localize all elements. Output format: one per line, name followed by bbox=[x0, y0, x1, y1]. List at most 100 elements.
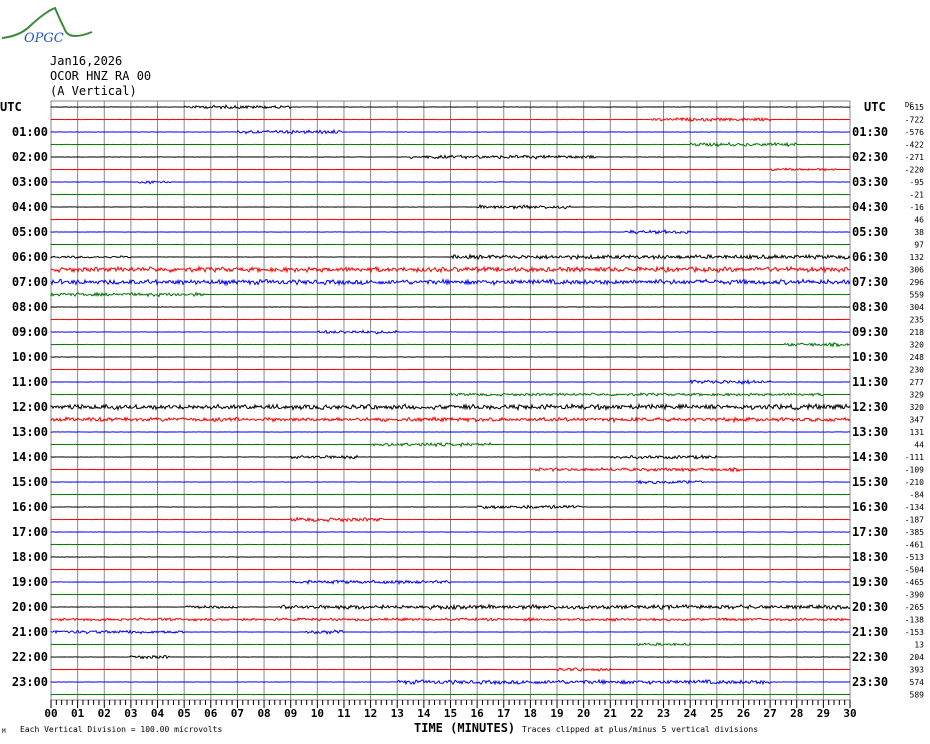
x-tick-label: 11 bbox=[337, 707, 351, 720]
x-tick-label: 18 bbox=[524, 707, 537, 720]
trace-offset-value: -134 bbox=[905, 503, 924, 512]
right-hour-label: 18:30 bbox=[852, 550, 888, 564]
x-tick-label: 29 bbox=[817, 707, 830, 720]
left-hour-label: 04:00 bbox=[12, 200, 48, 214]
left-hour-label: 20:00 bbox=[12, 600, 48, 614]
trace-offset-value: 320 bbox=[910, 341, 925, 350]
offset-title: DC bbox=[905, 101, 913, 109]
trace-offset-value: 320 bbox=[910, 403, 925, 412]
left-hour-label: 15:00 bbox=[12, 475, 48, 489]
left-hour-label: 09:00 bbox=[12, 325, 48, 339]
trace-offset-value: 306 bbox=[910, 266, 925, 275]
x-tick-label: 13 bbox=[391, 707, 404, 720]
trace-offset-value: -576 bbox=[905, 128, 924, 137]
trace-offset-value: 304 bbox=[910, 303, 925, 312]
right-hour-label: 15:30 bbox=[852, 475, 888, 489]
trace-offset-value: 574 bbox=[910, 678, 925, 687]
right-axis-title: UTC bbox=[864, 100, 886, 114]
trace-offset-value: -210 bbox=[905, 478, 924, 487]
left-hour-label: 05:00 bbox=[12, 225, 48, 239]
trace-offset-value: -265 bbox=[905, 603, 924, 612]
trace-offset-value: 235 bbox=[910, 316, 925, 325]
right-hour-label: 13:30 bbox=[852, 425, 888, 439]
x-tick-label: 14 bbox=[417, 707, 431, 720]
trace-offset-value: -722 bbox=[905, 116, 924, 125]
trace-offset-value: 132 bbox=[910, 253, 925, 262]
x-tick-label: 23 bbox=[657, 707, 670, 720]
right-hour-label: 05:30 bbox=[852, 225, 888, 239]
trace-offset-value: -95 bbox=[910, 178, 925, 187]
x-tick-label: 17 bbox=[497, 707, 510, 720]
right-hour-label: 04:30 bbox=[852, 200, 888, 214]
corner-mark: M bbox=[2, 728, 6, 735]
helicorder-chart: 00 01 02 03 04 05 06 07 08 09 10 11 12 13 14 15 16 17 18 19… bbox=[0, 100, 925, 720]
left-hour-label: 07:00 bbox=[12, 275, 48, 289]
left-hour-label: 01:00 bbox=[12, 125, 48, 139]
x-tick-label: 25 bbox=[710, 707, 723, 720]
trace-offset-value: 230 bbox=[910, 366, 925, 375]
trace-offset-value: 44 bbox=[914, 441, 924, 450]
x-tick-label: 01 bbox=[71, 707, 85, 720]
left-hour-label: 11:00 bbox=[12, 375, 48, 389]
x-tick-label: 26 bbox=[737, 707, 751, 720]
trace-offset-value: 131 bbox=[910, 428, 925, 437]
right-hour-label: 08:30 bbox=[852, 300, 888, 314]
trace-offset-value: -465 bbox=[905, 578, 924, 587]
right-hour-label: 17:30 bbox=[852, 525, 888, 539]
right-hour-label: 10:30 bbox=[852, 350, 888, 364]
left-hour-label: 06:00 bbox=[12, 250, 48, 264]
trace-offset-value: 559 bbox=[910, 291, 925, 300]
x-tick-label: 00 bbox=[44, 707, 57, 720]
trace-offset-value: 218 bbox=[910, 328, 925, 337]
right-hour-label: 03:30 bbox=[852, 175, 888, 189]
trace-offset-value: -390 bbox=[905, 591, 924, 600]
trace-offset-value: -187 bbox=[905, 516, 924, 525]
x-tick-label: 21 bbox=[604, 707, 618, 720]
x-tick-label: 06 bbox=[204, 707, 218, 720]
x-tick-label: 09 bbox=[284, 707, 297, 720]
trace-offset-value: -84 bbox=[910, 491, 925, 500]
trace-offset-value: -220 bbox=[905, 166, 924, 175]
trace-offset-value: 393 bbox=[910, 666, 925, 675]
x-tick-label: 07 bbox=[231, 707, 244, 720]
trace-offset-value: -16 bbox=[910, 203, 925, 212]
x-tick-label: 24 bbox=[684, 707, 698, 720]
x-tick-label: 16 bbox=[471, 707, 485, 720]
trace-offset-value: 13 bbox=[914, 641, 924, 650]
right-hour-label: 22:30 bbox=[852, 650, 888, 664]
x-tick-label: 05 bbox=[178, 707, 191, 720]
x-tick-label: 10 bbox=[311, 707, 324, 720]
x-tick-label: 04 bbox=[151, 707, 165, 720]
left-hour-label: 18:00 bbox=[12, 550, 48, 564]
right-hour-label: 09:30 bbox=[852, 325, 888, 339]
right-hour-label: 20:30 bbox=[852, 600, 888, 614]
trace-offset-value: 329 bbox=[910, 391, 925, 400]
left-hour-label: 02:00 bbox=[12, 150, 48, 164]
x-tick-label: 30 bbox=[843, 707, 856, 720]
left-axis-title: UTC bbox=[0, 100, 22, 114]
left-hour-label: 03:00 bbox=[12, 175, 48, 189]
x-tick-label: 27 bbox=[763, 707, 776, 720]
right-hour-label: 02:30 bbox=[852, 150, 888, 164]
right-hour-label: 12:30 bbox=[852, 400, 888, 414]
trace-offset-value: -109 bbox=[905, 466, 924, 475]
x-axis-title: TIME (MINUTES) bbox=[414, 721, 516, 735]
trace-offset-value: 248 bbox=[910, 353, 925, 362]
x-tick-label: 19 bbox=[550, 707, 563, 720]
x-tick-label: 08 bbox=[257, 707, 270, 720]
left-hour-label: 16:00 bbox=[12, 500, 48, 514]
trace-offset-value: -504 bbox=[905, 566, 924, 575]
left-hour-label: 22:00 bbox=[12, 650, 48, 664]
right-hour-label: 16:30 bbox=[852, 500, 888, 514]
x-tick-label: 22 bbox=[630, 707, 643, 720]
scale-note: Each Vertical Division = 100.00 microvol… bbox=[20, 725, 223, 734]
trace-offset-value: -271 bbox=[905, 153, 924, 162]
right-hour-label: 07:30 bbox=[852, 275, 888, 289]
x-tick-label: 02 bbox=[98, 707, 111, 720]
trace-offset-value: -138 bbox=[905, 616, 924, 625]
clip-note: Traces clipped at plus/minus 5 vertical … bbox=[522, 725, 759, 734]
trace-offset-value: 296 bbox=[910, 278, 925, 287]
left-hour-label: 21:00 bbox=[12, 625, 48, 639]
left-hour-label: 19:00 bbox=[12, 575, 48, 589]
left-hour-label: 08:00 bbox=[12, 300, 48, 314]
